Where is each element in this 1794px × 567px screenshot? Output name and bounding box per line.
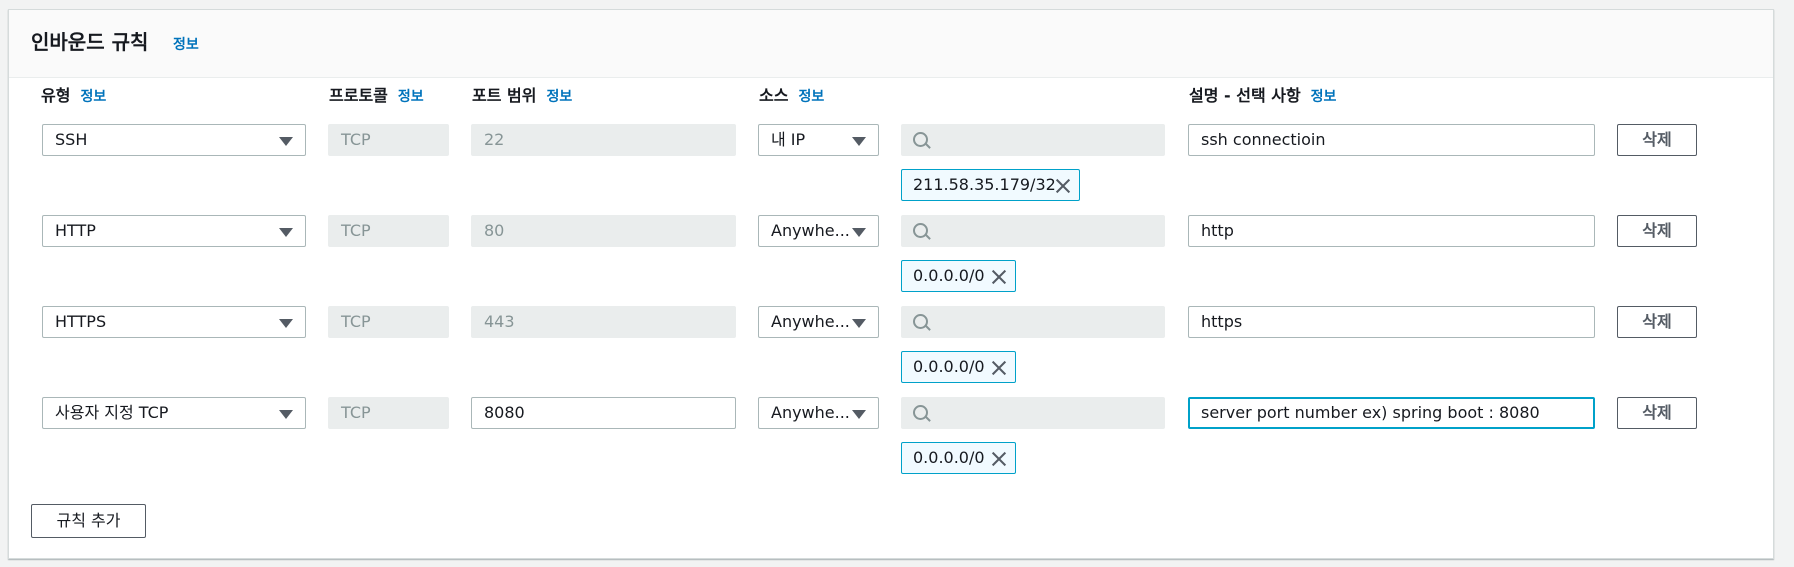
description-input[interactable]: ssh connectioin	[1188, 124, 1595, 156]
rule-type-select[interactable]: HTTP	[42, 215, 306, 247]
delete-rule-button[interactable]: 삭제	[1617, 124, 1697, 156]
column-label-protocol: 프로토콜	[329, 86, 388, 105]
column-header-description: 설명 - 선택 사항 정보	[1189, 82, 1336, 106]
port-range-info-link[interactable]: 정보	[546, 89, 572, 105]
source-select[interactable]: Anywhe...	[758, 397, 879, 429]
inbound-rules-panel: 인바운드 규칙 정보 유형 정보 프로토콜 정보 포트 범위 정보 소스 정보 설명 -…	[8, 9, 1774, 559]
caret-down-icon	[852, 228, 866, 237]
port-range-field: 80	[471, 215, 736, 247]
protocol-info-link[interactable]: 정보	[398, 89, 424, 105]
protocol-field: TCP	[328, 397, 449, 429]
column-header-type: 유형 정보	[41, 82, 106, 106]
remove-token-icon[interactable]	[991, 269, 1007, 285]
column-header-source: 소스 정보	[759, 82, 824, 106]
caret-down-icon	[852, 137, 866, 146]
search-icon	[913, 314, 928, 329]
column-label-description: 설명 - 선택 사항	[1189, 86, 1301, 105]
port-range-input[interactable]: 8080	[471, 397, 736, 429]
rule-type-select[interactable]: HTTPS	[42, 306, 306, 338]
caret-down-icon	[279, 410, 293, 419]
search-icon	[913, 223, 928, 238]
source-value: 내 IP	[771, 130, 806, 149]
source-value: Anywhe...	[771, 221, 850, 240]
cidr-search-input[interactable]	[901, 397, 1165, 429]
rule-row: 사용자 지정 TCP TCP 8080 Anywhe... server por…	[9, 397, 1773, 487]
rule-type-value: HTTPS	[55, 312, 107, 331]
cidr-search-input[interactable]	[901, 124, 1165, 156]
cidr-search-input[interactable]	[901, 306, 1165, 338]
source-info-link[interactable]: 정보	[798, 89, 824, 105]
column-header-port-range: 포트 범위 정보	[472, 82, 572, 106]
source-value: Anywhe...	[771, 403, 850, 422]
cidr-token: 0.0.0.0/0	[901, 351, 1016, 383]
cidr-token: 0.0.0.0/0	[901, 442, 1016, 474]
panel-info-link[interactable]: 정보	[173, 34, 199, 54]
rule-row: SSH TCP 22 내 IP ssh connectioin 삭제 211.5…	[9, 124, 1773, 214]
remove-token-icon[interactable]	[991, 451, 1007, 467]
description-input[interactable]: https	[1188, 306, 1595, 338]
source-select[interactable]: Anywhe...	[758, 306, 879, 338]
rule-type-select[interactable]: SSH	[42, 124, 306, 156]
rule-row: HTTPS TCP 443 Anywhe... https 삭제 0.0.0.0…	[9, 306, 1773, 396]
cidr-token-label: 211.58.35.179/32	[913, 175, 1056, 194]
source-select[interactable]: Anywhe...	[758, 215, 879, 247]
cidr-token-label: 0.0.0.0/0	[913, 357, 985, 376]
type-info-link[interactable]: 정보	[80, 89, 106, 105]
caret-down-icon	[279, 319, 293, 328]
protocol-field: TCP	[328, 306, 449, 338]
panel-header: 인바운드 규칙 정보	[9, 10, 1773, 78]
rule-type-value: SSH	[55, 130, 88, 149]
cidr-token: 0.0.0.0/0	[901, 260, 1016, 292]
search-icon	[913, 132, 928, 147]
description-input[interactable]: http	[1188, 215, 1595, 247]
caret-down-icon	[279, 228, 293, 237]
caret-down-icon	[279, 137, 293, 146]
column-label-port-range: 포트 범위	[472, 86, 537, 105]
port-range-field: 443	[471, 306, 736, 338]
rule-type-select[interactable]: 사용자 지정 TCP	[42, 397, 306, 429]
port-range-field: 22	[471, 124, 736, 156]
source-value: Anywhe...	[771, 312, 850, 331]
panel-title: 인바운드 규칙	[31, 30, 149, 54]
delete-rule-button[interactable]: 삭제	[1617, 306, 1697, 338]
remove-token-icon[interactable]	[1055, 178, 1071, 194]
rule-row: HTTP TCP 80 Anywhe... http 삭제 0.0.0.0/0	[9, 215, 1773, 305]
add-rule-button[interactable]: 규칙 추가	[31, 504, 146, 538]
search-icon	[913, 405, 928, 420]
description-input[interactable]: server port number ex) spring boot : 808…	[1188, 397, 1595, 429]
caret-down-icon	[852, 410, 866, 419]
rule-type-value: HTTP	[55, 221, 96, 240]
description-info-link[interactable]: 정보	[1311, 89, 1337, 105]
source-select[interactable]: 내 IP	[758, 124, 879, 156]
cidr-token: 211.58.35.179/32	[901, 169, 1080, 201]
cidr-token-label: 0.0.0.0/0	[913, 266, 985, 285]
caret-down-icon	[852, 319, 866, 328]
cidr-token-label: 0.0.0.0/0	[913, 448, 985, 467]
delete-rule-button[interactable]: 삭제	[1617, 397, 1697, 429]
cidr-search-input[interactable]	[901, 215, 1165, 247]
column-header-protocol: 프로토콜 정보	[329, 82, 424, 106]
protocol-field: TCP	[328, 215, 449, 247]
column-label-type: 유형	[41, 86, 71, 105]
rule-type-value: 사용자 지정 TCP	[55, 403, 169, 422]
column-label-source: 소스	[759, 86, 789, 105]
delete-rule-button[interactable]: 삭제	[1617, 215, 1697, 247]
remove-token-icon[interactable]	[991, 360, 1007, 376]
protocol-field: TCP	[328, 124, 449, 156]
